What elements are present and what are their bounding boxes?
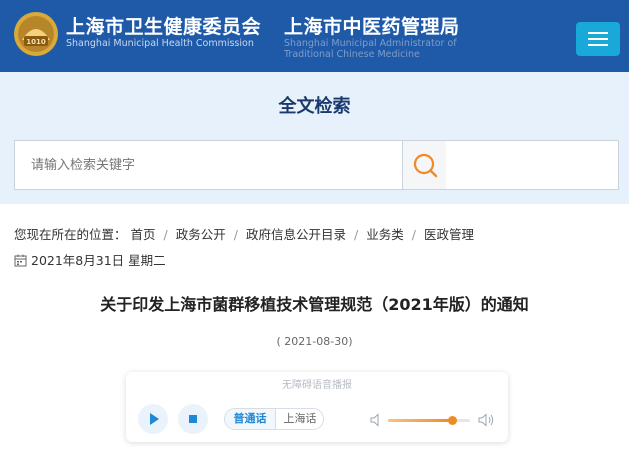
site-title-health-commission: 上海市卫生健康委员会 xyxy=(66,16,262,38)
volume-low-icon[interactable] xyxy=(370,413,382,427)
play-button[interactable] xyxy=(138,404,168,434)
site-title-tcm-administrator: 上海市中医药管理局 xyxy=(284,16,460,38)
stop-icon xyxy=(189,415,197,423)
menu-button[interactable] xyxy=(576,22,620,56)
current-date-text: 2021年8月31日 星期二 xyxy=(31,253,166,268)
breadcrumb-medical-administration[interactable]: 医政管理 xyxy=(424,227,474,242)
breadcrumb-business[interactable]: 业务类 xyxy=(366,227,404,242)
search-icon xyxy=(413,153,438,178)
site-header: 1010 上海市卫生健康委员会 Shanghai Municipal Healt… xyxy=(0,0,629,72)
search-input[interactable] xyxy=(14,140,404,190)
audio-player-label: 无障碍语音播报 xyxy=(282,380,352,391)
lang-option-shanghainese[interactable]: 上海话 xyxy=(275,409,323,429)
breadcrumb-home[interactable]: 首页 xyxy=(131,227,156,242)
article-title: 关于印发上海市菌群移植技术管理规范（2021年版）的通知 xyxy=(100,295,529,314)
search-button[interactable] xyxy=(402,140,447,190)
calendar-icon xyxy=(14,254,27,267)
volume-slider[interactable] xyxy=(388,416,470,425)
breadcrumb-government-affairs[interactable]: 政务公开 xyxy=(176,227,226,242)
svg-text:1010: 1010 xyxy=(26,38,46,46)
breadcrumb-prefix: 您现在所在的位置： xyxy=(14,227,127,242)
language-switch: 普通话 上海话 xyxy=(224,408,324,430)
article-date: ( 2021-08-30) xyxy=(276,335,353,348)
site-subtitle-tcm-line2: Traditional Chinese Medicine xyxy=(284,49,420,60)
current-date: 2021年8月31日 星期二 xyxy=(14,250,166,269)
breadcrumb-info-catalog[interactable]: 政府信息公开目录 xyxy=(246,227,346,242)
emblem-logo: 1010 xyxy=(14,12,58,56)
volume-high-icon[interactable] xyxy=(478,412,496,428)
play-icon xyxy=(150,413,159,425)
search-field-extension[interactable] xyxy=(446,140,619,190)
search-heading: 全文检索 xyxy=(278,96,351,117)
site-subtitle-health-commission: Shanghai Municipal Health Commission xyxy=(66,38,254,49)
volume-slider-handle[interactable] xyxy=(447,416,457,425)
site-subtitle-tcm-line1: Shanghai Municipal Administrator of xyxy=(284,38,457,49)
accessibility-audio-player: 无障碍语音播报 普通话 上海话 xyxy=(126,372,508,442)
search-section: 全文检索 xyxy=(0,72,629,204)
stop-button[interactable] xyxy=(178,404,208,434)
breadcrumb: 您现在所在的位置： 首页 / 政务公开 / 政府信息公开目录 / 业务类 / 医政管理 xyxy=(14,227,474,242)
hamburger-icon xyxy=(588,32,608,34)
lang-option-mandarin[interactable]: 普通话 xyxy=(225,409,275,429)
